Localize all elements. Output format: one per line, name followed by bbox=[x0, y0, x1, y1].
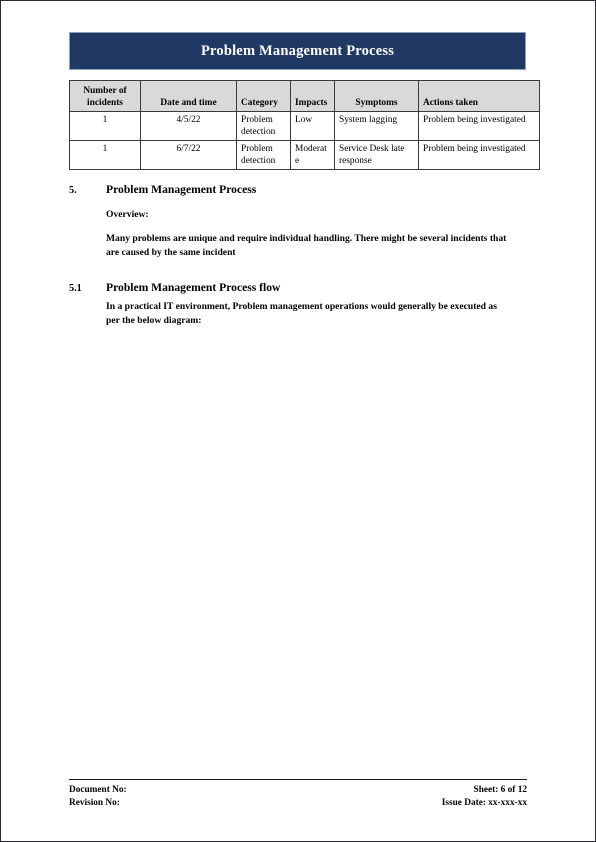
section-5-1-number: 5.1 bbox=[69, 283, 82, 295]
document-title: Problem Management Process bbox=[200, 42, 395, 59]
cell-category: Problem detection bbox=[236, 110, 291, 142]
cell-symptoms: Service Desk late response bbox=[334, 140, 419, 171]
section-5: 5. Problem Management Process Overview: … bbox=[69, 183, 539, 259]
footer-issue-date: Issue Date: xx-xxx-xx bbox=[441, 798, 527, 809]
overview-paragraph: Many problems are unique and require ind… bbox=[106, 233, 507, 258]
overview-subheading: Overview: bbox=[106, 209, 149, 220]
section-5-heading: 5. Problem Management Process bbox=[69, 183, 539, 196]
footer-revision-no: Revision No: bbox=[69, 798, 120, 809]
column-header-actions-taken: Actions taken bbox=[418, 80, 540, 112]
column-header-number-of-incidents: Number of incidents bbox=[69, 80, 141, 112]
page-footer: Document No: Sheet: 6 of 12 Revision No:… bbox=[69, 779, 527, 811]
cell-actions-taken: Problem being investigated bbox=[418, 140, 540, 171]
section-5-1-title: Problem Management Process flow bbox=[106, 281, 281, 295]
section-5-1: 5.1 Problem Management Process flow In a… bbox=[69, 281, 539, 327]
table-header-row: Number of incidents Date and time Catego… bbox=[69, 80, 540, 112]
cell-date-and-time: 4/5/22 bbox=[140, 110, 237, 142]
column-header-date-and-time: Date and time bbox=[140, 80, 237, 112]
footer-sheet-number: Sheet: 6 of 12 bbox=[473, 785, 527, 795]
column-header-category: Category bbox=[236, 80, 291, 112]
document-body: 5. Problem Management Process Overview: … bbox=[69, 183, 539, 327]
incident-table: Number of incidents Date and time Catego… bbox=[69, 80, 540, 171]
section-5-body: Overview: Many problems are unique and r… bbox=[106, 209, 539, 259]
document-page: Problem Management Process Number of inc… bbox=[0, 0, 596, 842]
section-5-1-heading: 5.1 Problem Management Process flow bbox=[69, 281, 539, 294]
footer-row-bottom: Revision No: Issue Date: xx-xxx-xx bbox=[69, 797, 527, 810]
cell-impacts: Low bbox=[290, 110, 335, 142]
cell-number-of-incidents: 1 bbox=[69, 140, 141, 171]
table-row: 1 4/5/22 Problem detection Low System la… bbox=[69, 110, 540, 142]
incident-table-container: Number of incidents Date and time Catego… bbox=[69, 80, 540, 171]
cell-actions-taken: Problem being investigated bbox=[418, 110, 540, 142]
footer-row-top: Document No: Sheet: 6 of 12 bbox=[69, 784, 527, 797]
cell-impacts: Moderate bbox=[290, 140, 335, 171]
cell-date-and-time: 6/7/22 bbox=[140, 140, 237, 171]
cell-category: Problem detection bbox=[236, 140, 291, 171]
document-title-banner: Problem Management Process bbox=[69, 32, 526, 70]
table-row: 1 6/7/22 Problem detection Moderate Serv… bbox=[69, 140, 540, 171]
section-5-number: 5. bbox=[69, 185, 77, 196]
cell-number-of-incidents: 1 bbox=[69, 110, 141, 142]
column-header-symptoms: Symptoms bbox=[334, 80, 419, 112]
footer-document-no: Document No: bbox=[69, 785, 127, 795]
cell-symptoms: System lagging bbox=[334, 110, 419, 142]
column-header-impacts: Impacts bbox=[290, 80, 335, 112]
process-flow-paragraph: In a practical IT environment, Problem m… bbox=[106, 301, 497, 326]
section-5-title: Problem Management Process bbox=[106, 183, 257, 196]
section-5-1-body: In a practical IT environment, Problem m… bbox=[106, 300, 539, 327]
